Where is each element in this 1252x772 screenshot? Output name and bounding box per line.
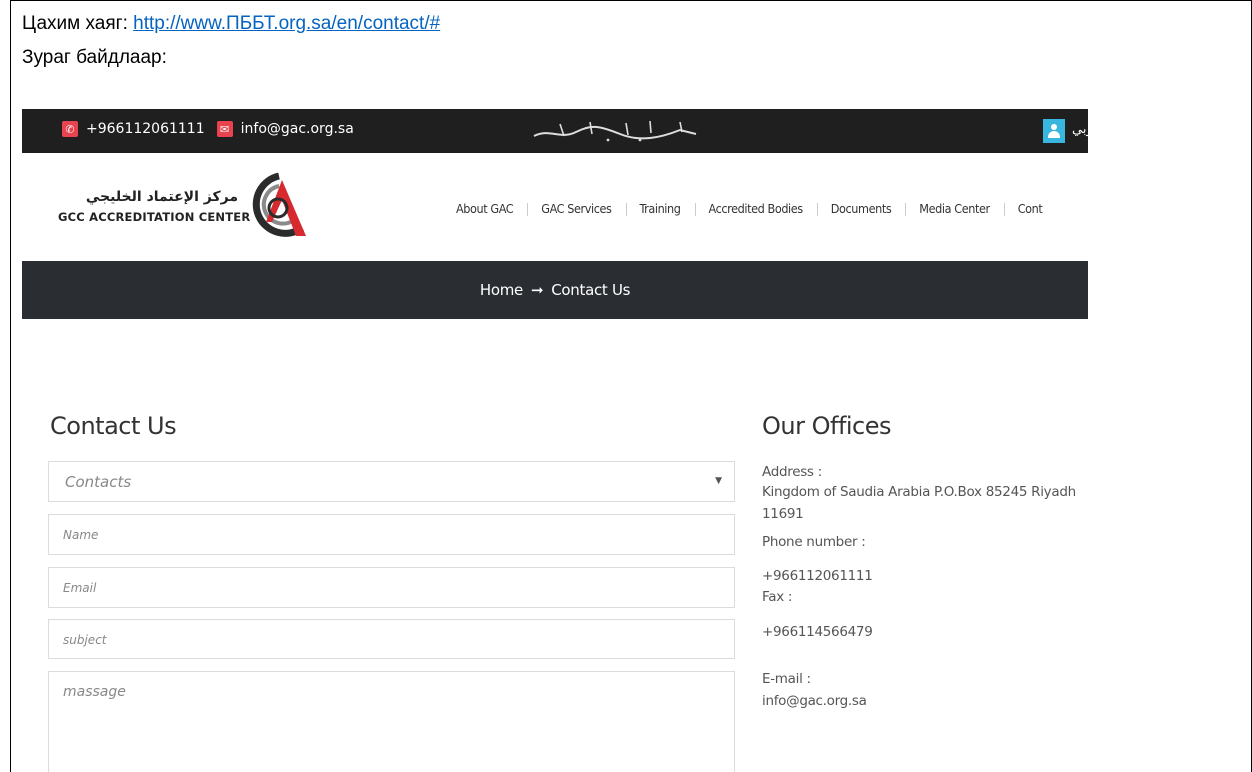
doc-link-line: Цахим хаяг: http://www.ПББТ.org.sa/en/co… [22,12,440,36]
address-line-1: Kingdom of Saudia Arabia P.O.Box 85245 R… [762,484,1076,500]
nav-accredited-bodies[interactable]: Accredited Bodies [694,201,817,216]
arrow-right-icon: ➞ [530,281,544,299]
site-header: مركز الإعتماد الخليجي GCC ACCREDITATION … [22,153,1088,261]
doc-url-link[interactable]: http://www.ПББТ.org.sa/en/contact/# [133,13,440,34]
fax-label: Fax : [762,589,793,605]
nav-services[interactable]: GAC Services [527,201,625,216]
message-textarea[interactable]: massage [48,671,735,772]
select-caret-icon: ▼ [715,476,722,486]
breadcrumb-home[interactable]: Home [480,281,523,299]
our-offices-heading: Our Offices [762,412,892,440]
fax-value: +966114566479 [762,624,873,640]
logo-arabic-text: مركز الإعتماد الخليجي [85,189,238,205]
phone-label: Phone number : [762,534,866,550]
phone-value[interactable]: +966112061111 [762,568,873,584]
main-nav: About GAC GAC Services Training Accredit… [442,201,1056,216]
contacts-select-value: Contacts [65,473,132,491]
email-input[interactable]: Email [48,567,735,608]
logo-english-text: GCC ACCREDITATION CENTER [58,210,251,224]
address-line-2: 11691 [762,506,804,522]
top-contact: ✆ +966112061111 ✉ info@gac.org.sa [62,121,354,137]
nav-training[interactable]: Training [625,201,695,216]
nav-media-center[interactable]: Media Center [905,201,1003,216]
top-phone[interactable]: +966112061111 [86,121,205,137]
user-icon[interactable] [1043,119,1065,143]
website-screenshot: ✆ +966112061111 ✉ info@gac.org.sa عربي م… [22,109,1088,772]
email-value[interactable]: info@gac.org.sa [762,693,867,709]
top-bar: ✆ +966112061111 ✉ info@gac.org.sa عربي [22,109,1088,153]
nav-contact[interactable]: Cont [1003,201,1057,216]
nav-about[interactable]: About GAC [442,201,527,216]
nav-documents[interactable]: Documents [816,201,906,216]
gac-logo-mark[interactable] [244,170,314,240]
contact-us-heading: Contact Us [50,412,177,440]
breadcrumb-current: Contact Us [551,281,631,299]
basmala-calligraphy [533,120,697,142]
name-input[interactable]: Name [48,514,735,555]
address-label: Address : [762,464,822,480]
breadcrumb: Home ➞ Contact Us [22,281,1088,299]
subject-input[interactable]: subject [48,619,735,659]
email-icon: ✉ [216,121,233,137]
contacts-select[interactable]: Contacts ▼ [48,461,735,502]
breadcrumb-bar: Home ➞ Contact Us [22,261,1088,319]
email-label: E-mail : [762,671,811,687]
doc-images-label: Зураг байдлаар: [22,47,167,68]
top-email[interactable]: info@gac.org.sa [241,121,354,137]
doc-link-label: Цахим хаяг: [22,13,134,34]
phone-icon: ✆ [62,121,78,137]
language-link[interactable]: عربي [1072,122,1088,137]
